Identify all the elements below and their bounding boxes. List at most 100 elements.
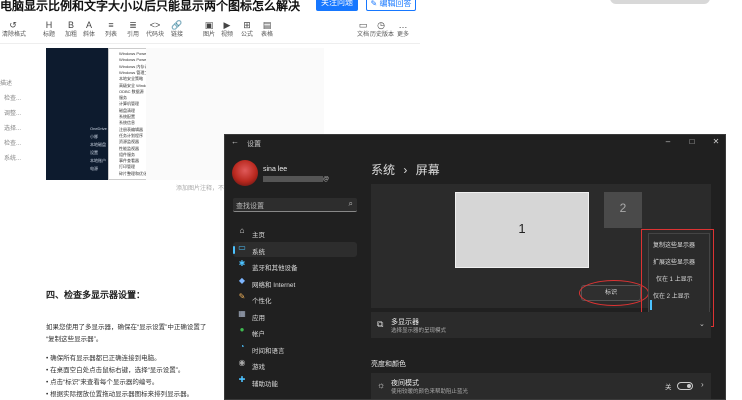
nav-item[interactable]: ◔ 时间和语言 bbox=[233, 341, 357, 356]
toolbar-icon: ◷ bbox=[377, 20, 385, 30]
user-name: sina lee bbox=[263, 166, 288, 173]
nav-label: 应用 bbox=[252, 314, 265, 322]
nav-item[interactable]: ▦ 应用 bbox=[233, 308, 357, 323]
outline-item[interactable]: 系统... bbox=[4, 153, 21, 162]
monitor-2-tile[interactable]: 2 bbox=[604, 192, 642, 228]
night-light-state: 关 bbox=[665, 384, 672, 391]
outline-panel: 描述检查... 调整... 选择... 检查... 系统... bbox=[0, 48, 36, 400]
start-menu-item: 资源监视器 bbox=[119, 139, 139, 145]
start-left-item: 电源 bbox=[90, 166, 98, 171]
nav-item[interactable]: ● 帐户 bbox=[233, 324, 357, 339]
content-pane: 系统 › 屏幕 1 2 标识 复制这些显示器 扩展这些显示器 仅在 1 上显示 仅在 … bbox=[365, 151, 725, 400]
nav-item[interactable]: ▭ 系统 bbox=[233, 241, 357, 257]
toggle-knob bbox=[687, 384, 691, 388]
outline-item[interactable]: 检查... bbox=[4, 93, 21, 102]
toolbar-button[interactable]: ↺ 清除格式 bbox=[2, 19, 26, 43]
start-menu-item: 打印管理 bbox=[119, 164, 135, 170]
nav-icon: ▭ bbox=[238, 242, 246, 252]
nav-selected-bar bbox=[233, 245, 235, 254]
monitor-2-number: 2 bbox=[619, 201, 627, 215]
outline-item[interactable]: 检查... bbox=[4, 138, 21, 147]
window-title: 设置 bbox=[247, 141, 261, 148]
section-heading: 四、检查多显示器设置： bbox=[46, 290, 146, 300]
toolbar-button[interactable]: ≡ 列表 bbox=[100, 19, 122, 43]
editor-toolbar: ↺ 清除格式 H 标题 B 加粗 A 斜体 ≡ 列表 ≣ 引用 <> 代码块 🔗 链接 ▣ 图片 ▶ 视频 ⊞ 公式 ▤ 表格… bbox=[0, 16, 420, 44]
night-light-subtitle: 使用较暖的颜色来帮助阻止蓝光 bbox=[391, 389, 469, 395]
nav-item[interactable]: ⌂ 主页 bbox=[233, 225, 357, 240]
start-menu-item: 系统信息 bbox=[119, 120, 135, 126]
multi-display-row[interactable]: ⧉ 多显示器 选择显示器的呈现模式 ⌄ bbox=[371, 312, 711, 338]
search-placeholder: 查找设置 bbox=[236, 203, 264, 210]
nav-label: 游戏 bbox=[252, 364, 265, 371]
start-menu-item: 性能监视器 bbox=[119, 145, 139, 151]
paragraph-line: • 确保所有显示器都已正确连接到电脑。 bbox=[46, 355, 161, 362]
paragraph-line: 如果您使用了多显示器，确保在“显示设置”中正确设置了 bbox=[46, 324, 207, 331]
night-light-toggle[interactable] bbox=[677, 382, 693, 390]
nav-item[interactable]: ◉ 游戏 bbox=[233, 357, 357, 372]
edit-answer-label: 编辑回答 bbox=[379, 0, 412, 8]
toolbar-button[interactable]: 🔗 链接 bbox=[166, 19, 188, 43]
start-menu-item: 本地安全策略 bbox=[119, 76, 143, 82]
edit-answer-button[interactable]: ✎ 编辑回答 bbox=[366, 0, 416, 11]
chevron-down-icon[interactable]: ⌄ bbox=[699, 320, 705, 328]
multi-display-subtitle: 选择显示器的呈现模式 bbox=[391, 328, 447, 334]
toolbar-label: 代码块 bbox=[145, 32, 164, 38]
nav-icon: ⌂ bbox=[239, 226, 245, 235]
nav-label: 系统 bbox=[252, 248, 265, 256]
nav-item[interactable]: ◆ 网络和 Internet bbox=[233, 275, 357, 290]
back-arrow-icon[interactable]: ← bbox=[231, 137, 239, 146]
avatar[interactable] bbox=[232, 160, 258, 186]
multi-display-icon: ⧉ bbox=[377, 319, 384, 329]
search-icon: ⌕ bbox=[348, 199, 353, 208]
toolbar-label: 视频 bbox=[220, 32, 233, 38]
toolbar-label: 更多 bbox=[396, 32, 409, 38]
toolbar-icon: ≣ bbox=[129, 20, 137, 30]
outline-item[interactable]: 调整... bbox=[4, 108, 21, 117]
follow-question-button[interactable]: 关注问题 bbox=[316, 0, 358, 11]
start-menu-item: 磁盘清理 bbox=[119, 107, 135, 113]
breadcrumb-parent[interactable]: 系统 bbox=[371, 163, 395, 177]
monitor-1-tile[interactable]: 1 bbox=[455, 192, 589, 268]
start-left-item: 小娜 bbox=[90, 134, 98, 139]
start-menu-item: 计算机管理 bbox=[119, 101, 139, 107]
paragraph-line: • 根据实际摆放位置拖动显示器图标来排列显示器。 bbox=[46, 391, 194, 398]
start-menu-item: ODBC 数据源 bbox=[119, 88, 144, 94]
toolbar-icon: ↺ bbox=[9, 20, 17, 30]
toolbar-icon: ≡ bbox=[108, 20, 114, 30]
minimize-icon[interactable]: – bbox=[663, 137, 673, 146]
search-settings-input[interactable]: 查找设置 ⌕ bbox=[233, 198, 357, 212]
toolbar-label: 公式 bbox=[240, 32, 253, 38]
toolbar-icon: ▶ bbox=[223, 20, 231, 30]
nav-item[interactable]: ✱ 蓝牙和其他设备 bbox=[233, 258, 357, 273]
question-title: 电脑显示比例和文字大小以后只能显示两个图标怎么解决。？ bbox=[0, 0, 300, 13]
toolbar-button[interactable]: ▤ 表格 bbox=[256, 19, 278, 43]
outline-item[interactable]: 选择... bbox=[4, 123, 21, 132]
close-icon[interactable]: ✕ bbox=[711, 137, 721, 146]
start-menu-item: 注册表编辑器 bbox=[119, 126, 143, 132]
highlight-ellipse bbox=[579, 280, 649, 306]
toolbar-icon: <> bbox=[149, 20, 161, 30]
start-left-item: 设置 bbox=[90, 150, 98, 155]
nav-label: 时间和语言 bbox=[252, 347, 285, 355]
toolbar-label: 链接 bbox=[170, 32, 183, 38]
toolbar-button[interactable]: ≣ 引用 bbox=[122, 19, 144, 43]
toolbar-icon: H bbox=[45, 20, 53, 30]
toolbar-button[interactable]: A 斜体 bbox=[78, 19, 100, 43]
toolbar-button[interactable]: <> 代码块 bbox=[144, 19, 166, 43]
toolbar-label: 斜体 bbox=[82, 32, 95, 38]
nav-label: 主页 bbox=[252, 232, 265, 239]
chevron-right-icon[interactable]: › bbox=[701, 380, 704, 389]
toolbar-button[interactable]: ⊞ 公式 bbox=[236, 19, 258, 43]
toolbar-button[interactable]: ◷ 历史版本 bbox=[370, 19, 394, 43]
outline-item[interactable]: 描述 bbox=[0, 78, 12, 87]
toolbar-button[interactable]: ▶ 视频 bbox=[216, 19, 238, 43]
start-left-item: OneDrive bbox=[90, 126, 107, 131]
toolbar-button[interactable]: … 更多 bbox=[392, 19, 414, 43]
toolbar-button[interactable]: H 标题 bbox=[38, 19, 60, 43]
maximize-icon[interactable]: □ bbox=[687, 137, 697, 146]
nav-item[interactable]: ✚ 辅助功能 bbox=[233, 374, 357, 389]
nav-item[interactable]: ✎ 个性化 bbox=[233, 291, 357, 306]
night-light-row[interactable]: ☼ 夜间模式 使用较暖的颜色来帮助阻止蓝光 关 › bbox=[371, 373, 711, 399]
nav-icon: ◔ bbox=[239, 341, 245, 351]
start-menu-item: 任务计划程序 bbox=[119, 132, 143, 138]
